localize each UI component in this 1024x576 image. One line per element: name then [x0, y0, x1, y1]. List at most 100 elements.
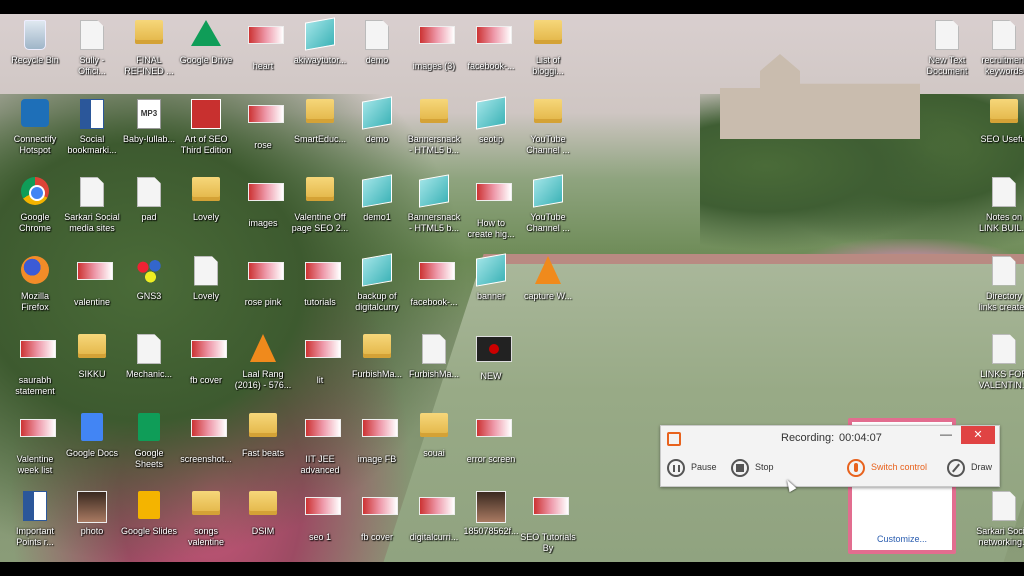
desktop-icon-label: List of bloggi...	[532, 55, 564, 76]
desktop-icon-label: capture W...	[523, 290, 573, 301]
desktop-icon[interactable]: recruitment keywords	[969, 16, 1024, 94]
doc-icon	[77, 177, 107, 209]
word-icon	[77, 98, 107, 131]
word-icon	[20, 491, 50, 523]
desktop-icon-label: YouTube Channel ...	[526, 212, 570, 233]
mp3-icon: MP3	[134, 98, 164, 131]
pause-label: Pause	[691, 462, 717, 472]
doc-icon	[989, 177, 1019, 209]
folder-icon	[191, 491, 221, 523]
stop-icon	[731, 458, 749, 477]
desktop-icon[interactable]: Notes on LINK BUIL...	[969, 173, 1024, 251]
switch-control-button[interactable]: Switch control	[847, 456, 927, 478]
desktop-icon-label: SEO Useful	[980, 133, 1024, 144]
thumb-icon	[248, 183, 284, 215]
folder-icon	[191, 177, 221, 209]
doc-icon	[989, 20, 1019, 52]
publisher-icon	[419, 174, 449, 209]
publisher-icon	[305, 17, 335, 52]
thumb-icon	[305, 418, 341, 451]
photo-icon	[476, 491, 506, 523]
doc-icon	[932, 20, 962, 52]
photo-icon	[77, 491, 107, 523]
folder-icon	[362, 334, 392, 366]
folder-icon	[533, 98, 563, 131]
pause-button[interactable]: Pause	[667, 456, 717, 478]
google-sheets-icon	[134, 412, 164, 445]
desktop-icon-label: SEO Tutorials By	[520, 532, 576, 553]
folder-icon	[77, 334, 107, 366]
publisher-icon	[362, 95, 392, 131]
recording-toolbar: Recording: 00:04:07 — ✕ Pause Stop Switc…	[660, 425, 1000, 487]
desktop-icon[interactable]: YouTube Channel ...	[513, 95, 583, 173]
desktop-icon[interactable]: LINKS FOR VALENTIN...	[969, 330, 1024, 408]
vlc-icon	[533, 255, 563, 288]
gns3-icon	[134, 255, 164, 288]
recorder-icon	[476, 336, 512, 368]
thumb-icon	[419, 261, 455, 294]
thumb-icon	[305, 340, 341, 372]
thumb-icon	[419, 497, 455, 529]
chrome-icon	[20, 177, 50, 209]
draw-button[interactable]: Draw	[947, 456, 992, 478]
firefox-icon	[20, 255, 50, 288]
recording-status-label: Recording:	[781, 432, 835, 444]
doc-icon	[191, 255, 221, 288]
desktop-icon-label: Directory links created	[978, 290, 1024, 312]
desktop-icon[interactable]: SEO Tutorials By	[513, 487, 583, 562]
minimize-button[interactable]: —	[933, 428, 959, 444]
desktop-icon[interactable]: Directory links created	[969, 252, 1024, 330]
stop-button[interactable]: Stop	[731, 456, 774, 478]
google-drive-icon	[191, 20, 221, 52]
desktop-icon[interactable]: List of bloggi...	[513, 16, 583, 94]
folder-icon	[305, 177, 335, 209]
doc-icon	[134, 334, 164, 366]
desktop-icon-label: LINKS FOR VALENTIN...	[978, 369, 1024, 390]
folder-icon	[305, 98, 335, 131]
folder-icon	[989, 98, 1019, 131]
desktop-icon[interactable]: error screen	[456, 409, 526, 487]
thumb-icon	[248, 261, 284, 294]
desktop-icon[interactable]: NEW	[456, 330, 526, 408]
switch-control-label: Switch control	[871, 462, 928, 472]
doc-icon	[77, 20, 107, 52]
stop-label: Stop	[755, 462, 774, 472]
desktop-icon[interactable]: YouTube Channel ...	[513, 173, 583, 251]
desktop-icon[interactable]: Sarkari Social networking...	[969, 487, 1024, 562]
thumb-icon	[191, 340, 227, 372]
desktop-icon-label: NEW	[480, 371, 502, 381]
desktop-icon[interactable]: capture W...	[513, 252, 583, 330]
publisher-icon	[362, 174, 392, 209]
thumb-icon	[191, 418, 227, 451]
folder-icon	[419, 98, 449, 131]
pen-icon	[947, 458, 965, 477]
wallpaper-building	[720, 54, 920, 139]
thumb-icon	[20, 340, 56, 372]
thumb-icon	[248, 26, 284, 58]
hand-icon	[847, 458, 865, 477]
thumb-icon	[248, 104, 284, 137]
recycle-bin-icon	[20, 20, 50, 52]
desktop-icon[interactable]: SEO Useful	[969, 95, 1024, 173]
doc-icon	[989, 334, 1019, 366]
doc-icon	[419, 334, 449, 366]
doc-icon	[989, 255, 1019, 288]
publisher-icon	[476, 95, 506, 131]
folder-icon	[248, 412, 278, 445]
wifi-icon	[20, 98, 50, 131]
desktop-icon-label: recruitment keywords	[981, 55, 1024, 76]
publisher-icon	[362, 252, 392, 288]
folder-icon	[248, 491, 278, 523]
doc-icon	[362, 20, 392, 52]
google-docs-icon	[77, 412, 107, 445]
customize-button[interactable]: Customize...	[852, 534, 952, 544]
close-button[interactable]: ✕	[961, 426, 995, 444]
google-slides-icon	[134, 491, 164, 523]
folder-icon	[533, 20, 563, 52]
desktop-icon-label: YouTube Channel ...	[526, 133, 570, 155]
thumb-icon	[362, 497, 398, 529]
thumb-icon	[20, 418, 56, 451]
doc-icon	[989, 491, 1019, 523]
doc-icon	[134, 177, 164, 209]
thumb-icon	[305, 261, 341, 294]
